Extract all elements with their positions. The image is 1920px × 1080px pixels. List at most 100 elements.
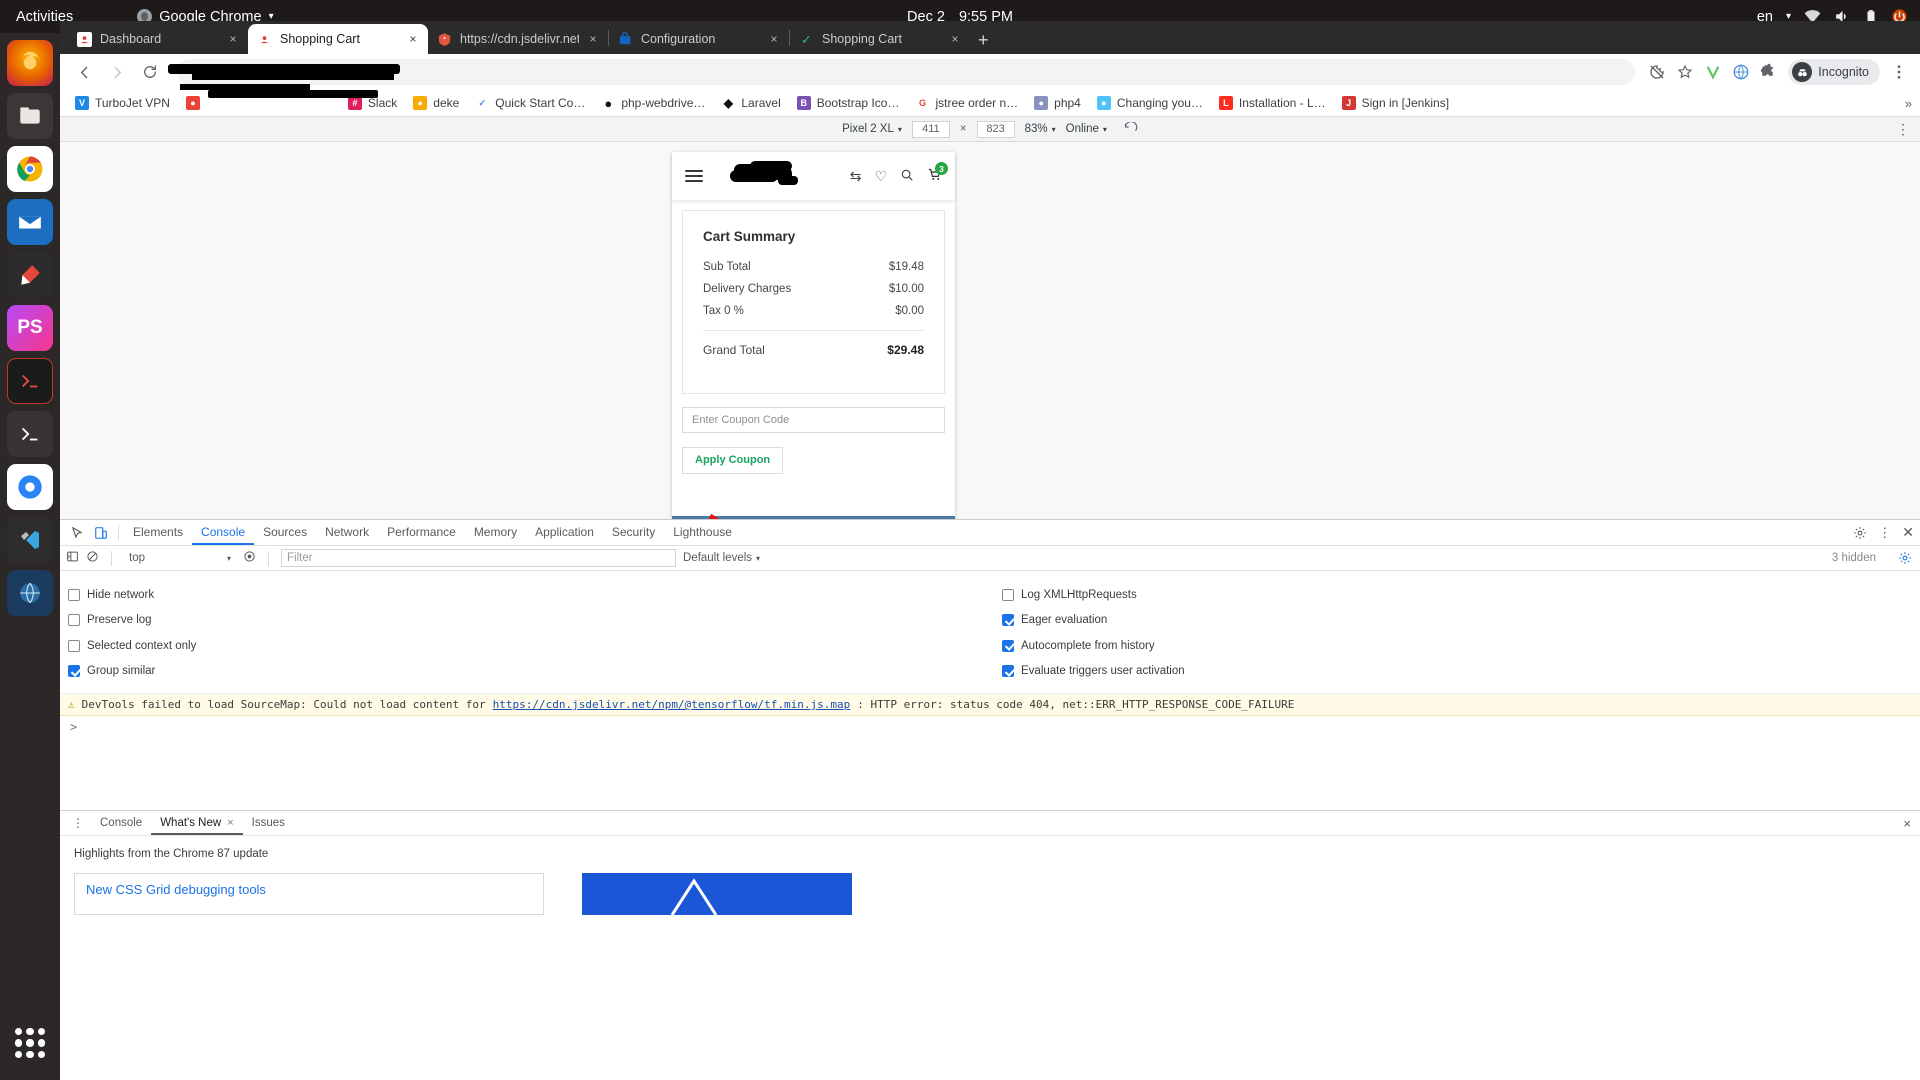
browser-tab-shopping-cart-2[interactable]: ✓ Shopping Cart × (790, 24, 970, 54)
drawer-tab-issues[interactable]: Issues (243, 811, 294, 835)
checkbox-autocomplete-from-history[interactable]: Autocomplete from history (1002, 633, 1920, 659)
drawer-tab-console[interactable]: Console (91, 811, 151, 835)
close-icon[interactable]: × (587, 32, 599, 46)
device-select[interactable]: Pixel 2 XL ▾ (842, 123, 902, 135)
bookmark-bootstrap-icons[interactable]: B Bootstrap Ico… (790, 93, 907, 113)
devtools-tab-network[interactable]: Network (316, 520, 378, 545)
network-throttling-select[interactable]: Online ▾ (1066, 123, 1107, 135)
devtools-tab-console[interactable]: Console (192, 520, 254, 545)
close-icon[interactable]: × (407, 32, 419, 46)
checkbox-box[interactable] (1002, 614, 1014, 627)
close-icon[interactable]: × (227, 32, 239, 46)
checkbox-box[interactable] (68, 665, 80, 678)
device-toolbar-menu-icon[interactable]: ⋮ (1896, 121, 1910, 138)
device-toolbar-icon[interactable] (89, 522, 113, 544)
cart-icon[interactable]: 3 (927, 162, 948, 185)
extensions-puzzle-icon[interactable] (1760, 63, 1778, 81)
bookmark-installation-l[interactable]: L Installation - L… (1212, 93, 1333, 113)
console-settings-gear-icon[interactable] (1898, 551, 1912, 565)
bookmark-jstree[interactable]: G jstree order n… (908, 93, 1025, 113)
close-icon[interactable]: ✕ (1902, 524, 1914, 541)
devtools-tab-performance[interactable]: Performance (378, 520, 465, 545)
more-vertical-icon[interactable]: ⋮ (1878, 525, 1891, 541)
bookmarks-overflow-icon[interactable]: » (1905, 96, 1912, 111)
checkbox-box[interactable] (68, 614, 80, 627)
log-message-link[interactable]: https://cdn.jsdelivr.net/npm/@tensorflow… (493, 698, 851, 711)
dock-item-files[interactable] (7, 93, 53, 139)
execution-context-select[interactable]: top ▾ (124, 551, 236, 565)
checkbox-hide-network[interactable]: Hide network (68, 582, 990, 608)
checkbox-preserve-log[interactable]: Preserve log (68, 608, 990, 634)
checkbox-log-xmlhttprequests[interactable]: Log XMLHttpRequests (1002, 582, 1920, 608)
rotate-icon[interactable] (1123, 121, 1138, 137)
devtools-tab-sources[interactable]: Sources (254, 520, 316, 545)
devtools-tab-lighthouse[interactable]: Lighthouse (664, 520, 741, 545)
settings-gear-icon[interactable] (1853, 526, 1867, 540)
browser-tab-dashboard[interactable]: Dashboard × (68, 24, 248, 54)
compare-icon[interactable]: ⇆ (850, 168, 862, 185)
dock-item-terminal[interactable] (7, 411, 53, 457)
bookmark-laravel[interactable]: ◆ Laravel (714, 93, 787, 113)
search-icon[interactable] (900, 168, 914, 185)
whats-new-card[interactable]: New CSS Grid debugging tools (74, 873, 544, 915)
devtools-tab-security[interactable]: Security (603, 520, 664, 545)
browser-tab-jsdelivr[interactable]: https://cdn.jsdelivr.net/n × (428, 24, 608, 54)
drawer-more-icon[interactable]: ⋮ (65, 816, 91, 830)
close-icon[interactable]: × (227, 811, 233, 835)
browser-tab-shopping-cart[interactable]: Shopping Cart × (248, 24, 428, 54)
dock-item-thunderbird[interactable] (7, 199, 53, 245)
dock-item-terminator[interactable] (7, 358, 53, 404)
whats-new-card-title[interactable]: New CSS Grid debugging tools (75, 874, 543, 905)
bookmark-jenkins[interactable]: J Sign in [Jenkins] (1335, 93, 1456, 113)
browser-tab-configuration[interactable]: Configuration × (609, 24, 789, 54)
blocked-cookies-icon[interactable] (1648, 63, 1666, 81)
checkbox-evaluate-triggers-user-activation[interactable]: Evaluate triggers user activation (1002, 659, 1920, 685)
extension-v-icon[interactable] (1704, 63, 1722, 81)
extension-globe-icon[interactable] (1732, 63, 1750, 81)
inspect-element-icon[interactable] (65, 522, 89, 544)
hamburger-menu-icon[interactable] (685, 170, 703, 182)
log-levels-select[interactable]: Default levels ▾ (683, 552, 760, 564)
chrome-menu-icon[interactable] (1890, 63, 1908, 81)
bookmark-star-icon[interactable] (1676, 63, 1694, 81)
dock-item-firefox[interactable] (7, 40, 53, 86)
checkbox-box[interactable] (1002, 665, 1014, 678)
checkbox-box[interactable] (68, 588, 80, 601)
devtools-tab-elements[interactable]: Elements (124, 520, 192, 545)
checkbox-group-similar[interactable]: Group similar (68, 659, 990, 685)
os-dock[interactable]: PS (0, 33, 60, 1080)
incognito-indicator[interactable]: Incognito (1788, 59, 1880, 85)
checkbox-eager-evaluation[interactable]: Eager evaluation (1002, 608, 1920, 634)
wishlist-heart-icon[interactable]: ♡ (874, 168, 887, 185)
checkbox-box[interactable] (68, 639, 80, 652)
dock-item-chrome[interactable] (7, 146, 53, 192)
bookmark-changing-your[interactable]: ● Changing you… (1090, 93, 1210, 113)
close-icon[interactable]: × (949, 32, 961, 46)
clear-console-icon[interactable] (86, 550, 99, 566)
console-input-prompt[interactable]: > (60, 716, 1920, 738)
devtools-tab-application[interactable]: Application (526, 520, 603, 545)
checkbox-box[interactable] (1002, 588, 1014, 601)
bookmark-deke[interactable]: ● deke (406, 93, 466, 113)
device-zoom-select[interactable]: 83% ▾ (1025, 123, 1056, 135)
dock-item-inkscape[interactable] (7, 252, 53, 298)
new-tab-button[interactable]: + (978, 31, 989, 49)
dock-item-chrome-dev[interactable] (7, 464, 53, 510)
drawer-close-icon[interactable]: × (1903, 816, 1911, 831)
checkbox-box[interactable] (1002, 639, 1014, 652)
checkbox-selected-context-only[interactable]: Selected context only (68, 633, 990, 659)
coupon-code-input[interactable]: Enter Coupon Code (682, 407, 945, 433)
dock-item-phpstorm[interactable]: PS (7, 305, 53, 351)
devtools-tab-memory[interactable]: Memory (465, 520, 526, 545)
console-sidebar-icon[interactable] (66, 550, 79, 566)
close-icon[interactable]: × (768, 32, 780, 46)
apply-coupon-button[interactable]: Apply Coupon (682, 447, 784, 474)
bookmark-turbojet-vpn[interactable]: V TurboJet VPN (68, 93, 177, 113)
device-width-input[interactable]: 411 (911, 120, 950, 138)
back-button[interactable] (70, 58, 98, 86)
forward-button[interactable] (103, 58, 131, 86)
live-expression-icon[interactable] (243, 550, 256, 566)
reload-button[interactable] (136, 58, 164, 86)
drawer-tab-whats-new[interactable]: What's New × (151, 811, 242, 835)
show-applications-button[interactable] (7, 1020, 53, 1066)
